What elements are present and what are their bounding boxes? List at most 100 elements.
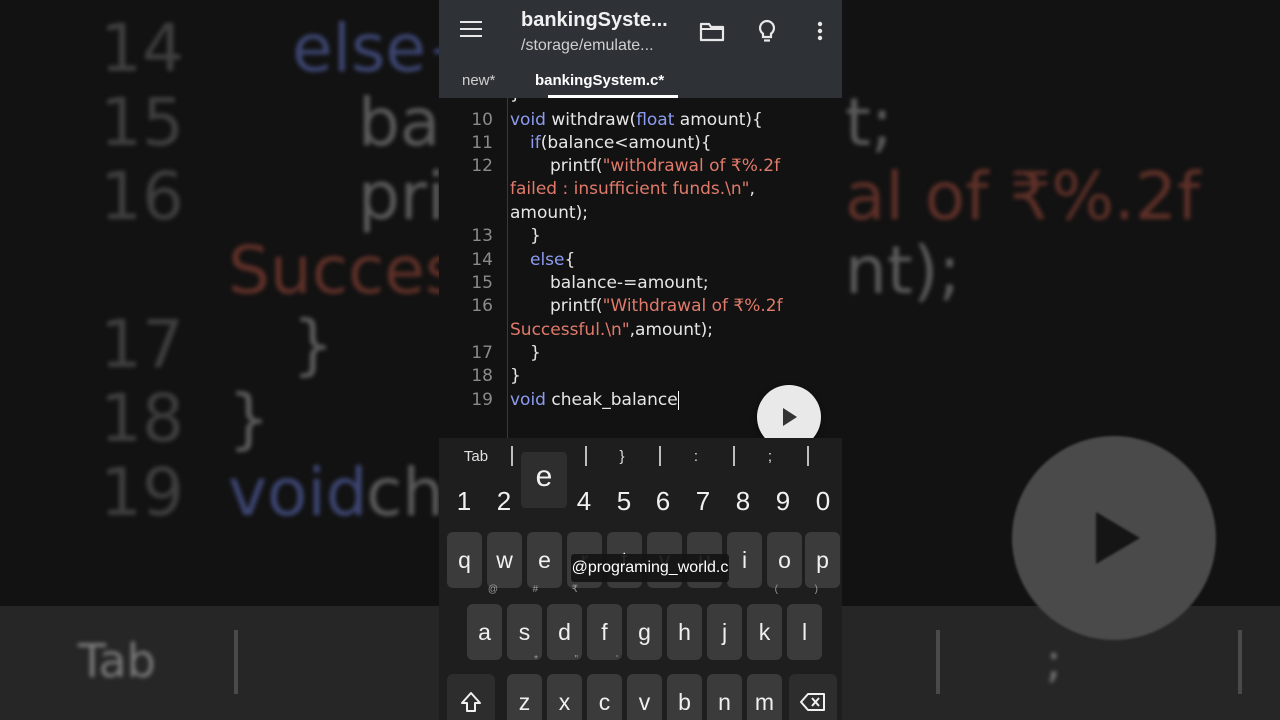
watermark-overlay: @programing_world.c [571, 554, 729, 582]
bg-semicolon-key: ; [1046, 634, 1062, 688]
code-line: } [510, 366, 521, 386]
key-7[interactable]: 7 [683, 486, 723, 517]
code-line: if(balance<amount){ [530, 133, 712, 153]
key-i[interactable]: i [727, 532, 762, 588]
tab-new[interactable]: new* [462, 72, 495, 89]
tab-bar: new* bankingSystem.c* [439, 62, 842, 98]
key-e[interactable]: e [527, 532, 562, 588]
backspace-icon [800, 693, 825, 711]
key-0[interactable]: 0 [803, 486, 842, 517]
bg-line-number: 17 [100, 306, 184, 383]
extra-key-colon[interactable]: : [673, 448, 719, 468]
code-line-wrap: failed : insufficient funds.\n", [510, 179, 755, 199]
key-x[interactable]: x " [547, 654, 582, 720]
bg-line-number: 14 [100, 10, 184, 87]
key-8[interactable]: 8 [723, 486, 763, 517]
key-n[interactable]: n [707, 674, 742, 720]
key-hint: " [574, 654, 578, 665]
extra-key-semicolon[interactable]: ; [747, 448, 793, 468]
line-number: 14 [471, 250, 493, 270]
key-o[interactable]: o [767, 532, 802, 588]
key-j[interactable]: j [707, 604, 742, 660]
bg-line-number: 19 [100, 454, 184, 531]
bg-play-icon [1012, 436, 1216, 640]
extra-key-separator [807, 446, 809, 466]
line-number: 19 [471, 390, 493, 410]
bg-line-number: 18 [100, 380, 184, 457]
bg-code: } [228, 380, 270, 457]
line-number: 15 [471, 273, 493, 293]
code-line: } [530, 343, 541, 363]
bg-code: t; [845, 84, 894, 161]
bg-divider [1238, 630, 1242, 694]
key-9[interactable]: 9 [763, 486, 803, 517]
line-number: 16 [471, 296, 493, 316]
key-hint: @ [487, 584, 498, 595]
key-h[interactable]: h [667, 604, 702, 660]
bg-tab-key: Tab [78, 634, 156, 688]
folder-icon[interactable] [699, 18, 725, 44]
code-line: void cheak_balance [510, 390, 679, 410]
key-2[interactable]: 2 [484, 486, 524, 517]
line-number: 11 [471, 133, 493, 153]
key-v[interactable]: v [627, 674, 662, 720]
bg-line-number: 15 [100, 84, 184, 161]
bg-divider [936, 630, 940, 694]
shift-icon [461, 692, 481, 712]
key-6[interactable]: 6 [643, 486, 683, 517]
key-a[interactable]: a @ [467, 584, 502, 660]
key-1[interactable]: 1 [444, 486, 484, 517]
extra-key-separator [511, 446, 513, 466]
key-k[interactable]: k( [747, 584, 782, 660]
key-q[interactable]: q [447, 532, 482, 588]
key-w[interactable]: w [487, 532, 522, 588]
extra-key-separator [733, 446, 735, 466]
tab-banking-system[interactable]: bankingSystem.c* [535, 72, 664, 89]
key-press-preview: e [521, 452, 567, 508]
phone-screen: bankingSyste... /storage/emulate... new*… [439, 0, 842, 720]
key-b[interactable]: b [667, 674, 702, 720]
key-d[interactable]: d ₹ [547, 584, 582, 660]
bg-code: } [292, 306, 334, 383]
code-line-wrap: Successful.\n",amount); [510, 320, 713, 340]
backspace-key[interactable] [789, 674, 837, 720]
key-l[interactable]: l) [787, 584, 822, 660]
bg-line-number: 16 [100, 158, 184, 235]
line-number: 18 [471, 366, 493, 386]
key-p[interactable]: p [805, 532, 840, 588]
key-f[interactable]: f [587, 604, 622, 660]
line-number: 17 [471, 343, 493, 363]
key-g[interactable]: g [627, 604, 662, 660]
key-4[interactable]: 4 [564, 486, 604, 517]
key-c[interactable]: c ' [587, 654, 622, 720]
bg-code: ch [366, 454, 445, 531]
key-hint: * [534, 654, 538, 665]
key-hint: ' [616, 654, 618, 665]
key-m[interactable]: m [747, 674, 782, 720]
code-line: else{ [530, 250, 576, 270]
more-vert-icon[interactable] [807, 18, 833, 44]
extra-key-tab[interactable]: Tab [453, 448, 499, 468]
gutter-divider [507, 98, 508, 438]
code-line: } [530, 226, 541, 246]
file-path: /storage/emulate... [521, 37, 654, 54]
extra-key-separator [585, 446, 587, 466]
text-cursor [677, 390, 679, 410]
play-icon [783, 408, 797, 426]
code-line: } [510, 98, 521, 104]
key-s[interactable]: s # [507, 584, 542, 660]
key-5[interactable]: 5 [604, 486, 644, 517]
bg-code: al of ₹%.2f [845, 158, 1201, 235]
bg-divider [234, 630, 238, 694]
bg-code: pri [358, 158, 446, 235]
shift-key[interactable] [447, 674, 495, 720]
code-line: balance-=amount; [550, 273, 709, 293]
lightbulb-icon[interactable] [754, 18, 780, 44]
code-line: printf("Withdrawal of ₹%.2f [550, 296, 783, 316]
menu-icon[interactable] [460, 21, 482, 39]
key-hint: ) [814, 584, 818, 595]
soft-keyboard: Tab } : ; 1 2 4 5 6 7 8 9 0 e q w e r t … [439, 438, 842, 720]
bg-code: void [228, 454, 368, 531]
key-z[interactable]: z * [507, 654, 542, 720]
extra-key-brace[interactable]: } [599, 448, 645, 468]
